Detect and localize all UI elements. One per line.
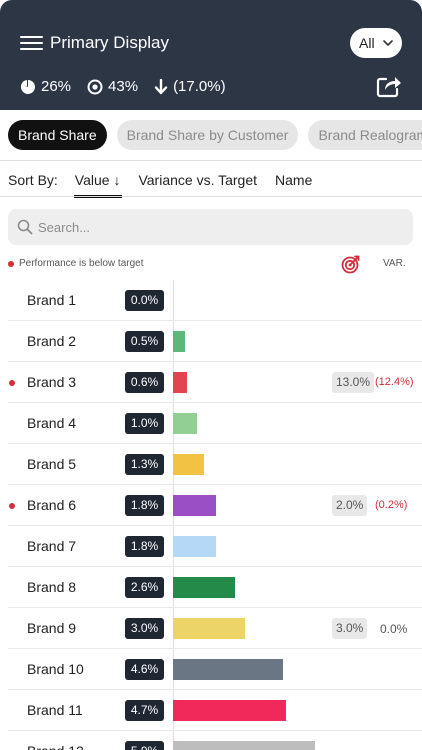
value-label: 1.8%	[125, 495, 164, 516]
sort-by-variance[interactable]: Variance vs. Target	[138, 172, 257, 192]
brand-name: Brand 1	[27, 292, 77, 308]
brand-row[interactable]: Brand 7 1.8%	[0, 526, 422, 567]
brand-row[interactable]: Brand 9 3.0% 3.0% 0.0%	[0, 608, 422, 649]
sort-label: Sort By:	[8, 172, 58, 188]
brand-name: Brand 4	[27, 415, 77, 431]
sort-by-value[interactable]: Value ↓	[73, 172, 123, 198]
below-target-dot	[8, 260, 14, 267]
brand-name: Brand 12	[27, 743, 84, 750]
brand-name: Brand 11	[27, 702, 83, 718]
target-stat: 43%	[87, 78, 138, 95]
brand-name: Brand 7	[27, 538, 77, 554]
search-input[interactable]	[38, 209, 398, 245]
variance-stat: (17.0%)	[154, 78, 226, 95]
below-target-dot	[9, 380, 15, 386]
variance-column-header: VAR.	[383, 258, 406, 269]
filter-dropdown[interactable]: All	[350, 28, 402, 58]
value-label: 3.0%	[125, 618, 164, 639]
brand-row[interactable]: Brand 12 5.9%	[0, 731, 422, 750]
brand-name: Brand 10	[27, 661, 84, 677]
share-bar	[173, 372, 188, 393]
share-bar	[173, 577, 236, 598]
share-bar	[173, 536, 217, 557]
chip-brand-share[interactable]: Brand Share	[8, 120, 107, 150]
value-label: 0.5%	[125, 331, 164, 352]
share-icon[interactable]	[376, 74, 402, 98]
share-bar	[173, 331, 185, 352]
summary-stats: 26% 43% (17.0%)	[20, 78, 242, 95]
divider	[0, 160, 422, 161]
share-bar	[173, 413, 197, 434]
share-bar	[173, 454, 205, 475]
brand-row[interactable]: Brand 11 4.7%	[0, 690, 422, 731]
value-label: 1.3%	[125, 454, 164, 475]
sort-by-name[interactable]: Name	[275, 172, 312, 192]
chip-brand-realogram[interactable]: Brand Realogram	[308, 120, 422, 150]
below-target-dot	[9, 503, 15, 509]
value-label: 1.8%	[125, 536, 164, 557]
variance-value: (0.2%)	[375, 499, 408, 511]
brand-row[interactable]: Brand 1 0.0%	[0, 280, 422, 321]
legend: Performance is below target	[8, 258, 144, 269]
brand-name: Brand 8	[27, 579, 77, 595]
target-icon	[341, 255, 360, 274]
divider	[0, 196, 422, 197]
search-icon	[17, 219, 33, 235]
brand-row[interactable]: Brand 4 1.0%	[0, 403, 422, 444]
value-label: 2.6%	[125, 577, 164, 598]
brand-name: Brand 9	[27, 620, 77, 636]
share-bar	[173, 495, 217, 516]
arrow-down-icon	[154, 78, 168, 94]
sort-bar: Sort By: Value ↓ Variance vs. Target Nam…	[8, 172, 330, 198]
app-header: Primary Display All 26% 43% (17.0%)	[0, 0, 422, 110]
value-label: 4.7%	[125, 700, 164, 721]
brand-name: Brand 5	[27, 456, 77, 472]
page-title: Primary Display	[50, 33, 170, 52]
brand-row[interactable]: Brand 5 1.3%	[0, 444, 422, 485]
value-label: 4.6%	[125, 659, 164, 680]
chevron-down-icon	[382, 40, 393, 46]
search-bar	[8, 209, 413, 245]
brand-row[interactable]: Brand 3 0.6% 13.0% (12.4%)	[0, 362, 422, 403]
brand-row[interactable]: Brand 6 1.8% 2.0% (0.2%)	[0, 485, 422, 526]
share-stat: 26%	[20, 78, 71, 95]
brand-name: Brand 3	[27, 374, 77, 390]
target-value: 2.0%	[332, 495, 368, 516]
brand-list: Brand 1 0.0% Brand 2 0.5% Brand 3 0.6% 13.0% (1…	[0, 280, 422, 750]
share-bar	[173, 659, 284, 680]
brand-name: Brand 6	[27, 497, 77, 513]
share-bar	[173, 741, 315, 750]
view-chips: Brand Share Brand Share by Customer Bran…	[8, 120, 422, 150]
brand-row[interactable]: Brand 2 0.5%	[0, 321, 422, 362]
brand-name: Brand 2	[27, 333, 77, 349]
hamburger-menu-icon[interactable]	[20, 36, 43, 50]
brand-row[interactable]: Brand 10 4.6%	[0, 649, 422, 690]
value-label: 0.0%	[125, 290, 164, 311]
chip-brand-share-by-customer[interactable]: Brand Share by Customer	[116, 120, 299, 150]
value-label: 5.9%	[125, 741, 164, 750]
target-value: 3.0%	[332, 618, 368, 639]
share-bar	[173, 700, 286, 721]
share-bar	[173, 618, 245, 639]
target-circle-icon	[87, 79, 103, 94]
variance-value: 0.0%	[380, 622, 408, 636]
brand-row[interactable]: Brand 8 2.6%	[0, 567, 422, 608]
variance-value: (12.4%)	[375, 376, 414, 388]
value-label: 0.6%	[125, 372, 164, 393]
pie-chart-icon	[20, 79, 35, 94]
target-value: 13.0%	[332, 372, 375, 393]
legend-text: Performance is below target	[19, 258, 144, 269]
value-label: 1.0%	[125, 413, 164, 434]
filter-value: All	[359, 35, 375, 51]
